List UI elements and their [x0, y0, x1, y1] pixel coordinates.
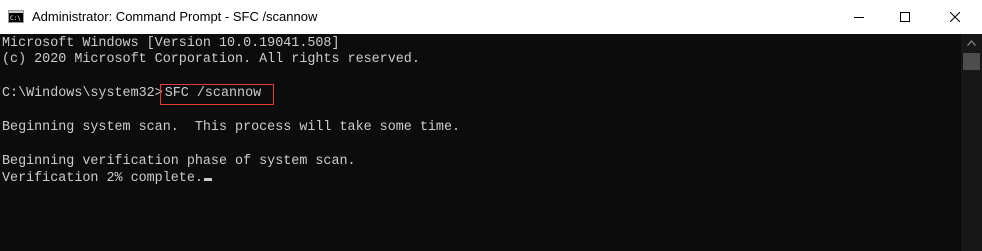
console-output[interactable]: Microsoft Windows [Version 10.0.19041.50… [0, 34, 961, 251]
cmd-app-icon[interactable]: C:\ [8, 10, 24, 23]
progress-line: Verification 2% complete. [2, 170, 212, 187]
command-highlight-box: SFC /scannow [159, 84, 275, 105]
copyright-line: (c) 2020 Microsoft Corporation. All righ… [2, 52, 420, 67]
progress-text: Verification 2% complete. [2, 171, 203, 186]
maximize-button[interactable] [882, 0, 928, 34]
title-bar[interactable]: C:\ Administrator: Command Prompt - SFC … [0, 0, 982, 34]
prompt-path: C:\Windows\system32> [2, 86, 163, 101]
verification-phase-line: Beginning verification phase of system s… [2, 154, 356, 169]
minimize-button[interactable] [836, 0, 882, 34]
version-line: Microsoft Windows [Version 10.0.19041.50… [2, 36, 340, 51]
text-cursor [203, 178, 212, 181]
maximize-icon [900, 12, 910, 22]
window-title: Administrator: Command Prompt - SFC /sca… [32, 9, 318, 24]
scan-start-line: Beginning system scan. This process will… [2, 120, 461, 135]
svg-text:C:\: C:\ [10, 15, 21, 22]
command-prompt-window: C:\ Administrator: Command Prompt - SFC … [0, 0, 982, 251]
minimize-icon [854, 17, 864, 18]
chevron-up-icon [967, 40, 976, 46]
close-button[interactable] [932, 0, 978, 34]
scroll-thumb[interactable] [963, 53, 980, 70]
close-icon [950, 12, 960, 22]
command-text: SFC /scannow [164, 86, 262, 101]
vertical-scrollbar[interactable] [961, 34, 982, 251]
scroll-up-button[interactable] [961, 34, 982, 52]
command-line: C:\Windows\system32> SFC /scannow [2, 84, 275, 105]
